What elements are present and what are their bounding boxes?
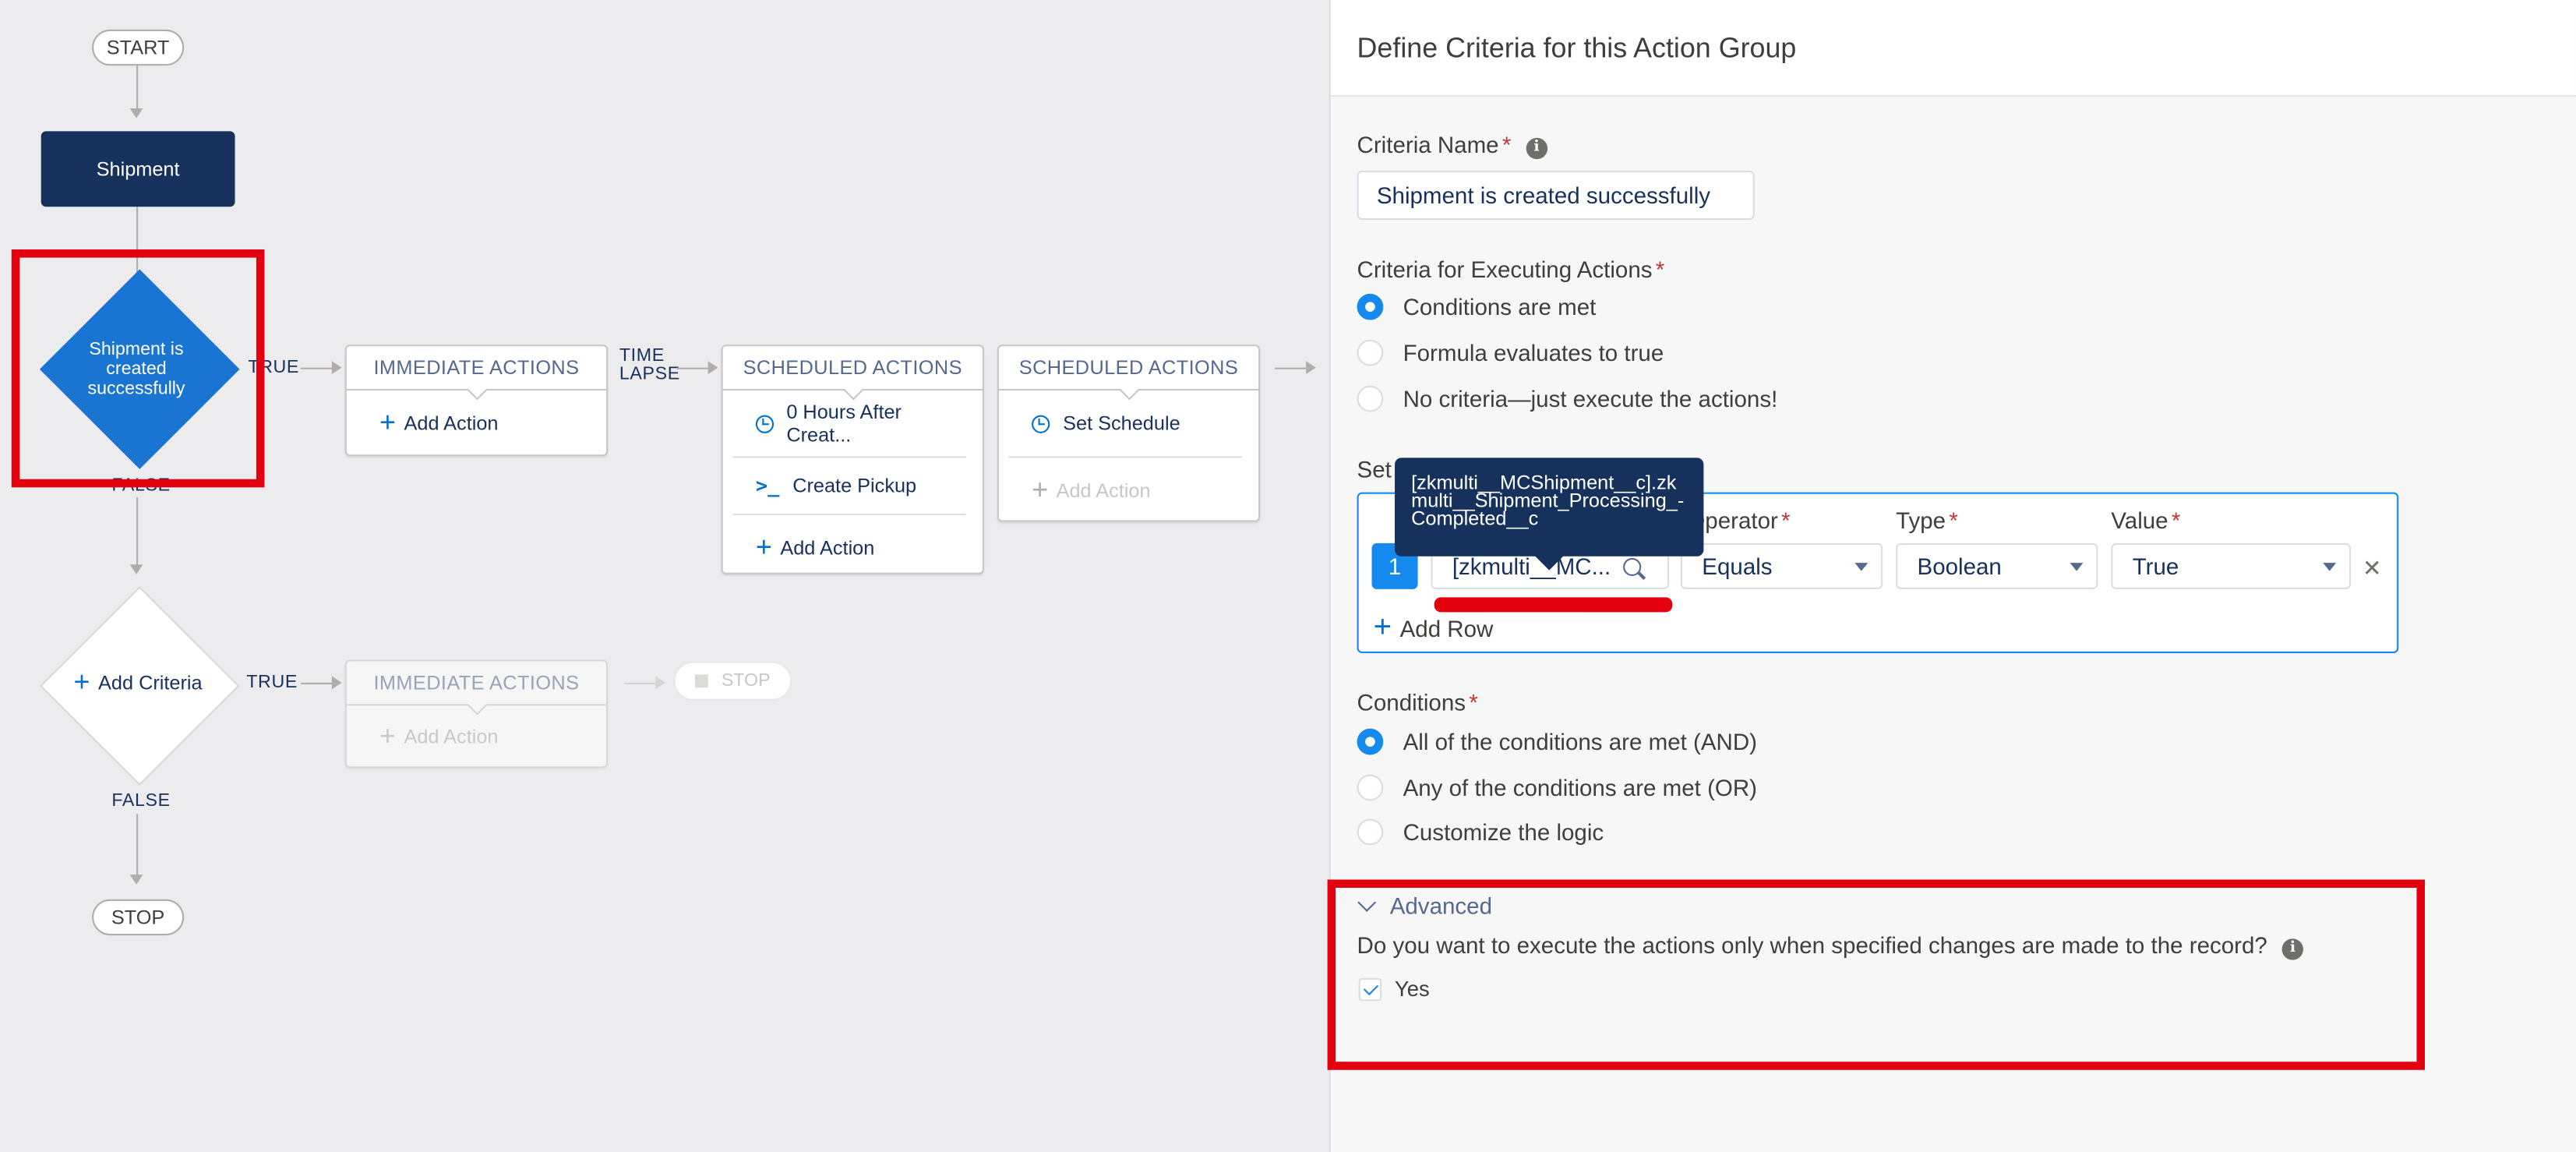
clock-icon bbox=[1032, 414, 1050, 433]
criteria-name-input[interactable]: Shipment is created successfully bbox=[1357, 170, 1755, 221]
radio-button[interactable] bbox=[1357, 774, 1384, 801]
connector-arrow bbox=[1306, 361, 1316, 375]
add-criteria-button[interactable]: + Add Criteria bbox=[72, 666, 204, 698]
highlight-box bbox=[1327, 879, 2425, 1070]
type-label: Type * bbox=[1896, 507, 1958, 534]
add-action-link[interactable]: + Add Action bbox=[732, 515, 965, 581]
scheduled-actions-box[interactable]: SCHEDULED ACTIONS 0 Hours After Creat...… bbox=[721, 345, 984, 574]
radio-conditions-met[interactable]: Conditions are met bbox=[1357, 293, 1596, 320]
radio-button[interactable] bbox=[1357, 339, 1384, 366]
connector-line bbox=[136, 65, 139, 108]
add-action-link[interactable]: + Add Action bbox=[1009, 458, 1242, 523]
operator-select[interactable]: Equals bbox=[1680, 542, 1883, 589]
value-label: Value * bbox=[2111, 507, 2181, 534]
highlight-box bbox=[11, 249, 265, 488]
radio-any-condition[interactable]: Any of the conditions are met (OR) bbox=[1357, 774, 1757, 801]
plus-icon: + bbox=[755, 532, 772, 564]
remove-row-icon[interactable]: ✕ bbox=[2363, 555, 2382, 583]
create-pickup-action[interactable]: >_ Create Pickup bbox=[732, 458, 966, 516]
value-select[interactable]: True bbox=[2111, 542, 2352, 589]
connector-arrow bbox=[331, 676, 342, 690]
radio-button[interactable] bbox=[1357, 293, 1384, 320]
stop-node: STOP bbox=[92, 899, 185, 936]
schedule-row[interactable]: 0 Hours After Creat... bbox=[732, 390, 966, 458]
process-canvas: START Shipment Shipment is created succe… bbox=[0, 0, 1331, 1152]
connector-arrow bbox=[129, 564, 143, 574]
chevron-down-icon bbox=[2070, 563, 2084, 571]
add-action-link[interactable]: + Add Action bbox=[357, 705, 590, 768]
clock-icon bbox=[755, 414, 774, 433]
connector-arrow bbox=[655, 676, 665, 690]
plus-icon: + bbox=[1032, 474, 1049, 506]
plus-icon: + bbox=[379, 407, 396, 439]
plus-icon: + bbox=[1373, 610, 1392, 645]
radio-button[interactable] bbox=[1357, 385, 1384, 412]
executing-criteria-label: Criteria for Executing Actions * bbox=[1357, 256, 1665, 283]
start-node: START bbox=[92, 29, 185, 66]
apex-icon: >_ bbox=[755, 474, 780, 497]
radio-no-criteria[interactable]: No criteria—just execute the actions! bbox=[1357, 385, 1777, 412]
stop-node: STOP bbox=[673, 661, 792, 701]
object-node[interactable]: Shipment bbox=[41, 131, 235, 207]
chevron-down-icon bbox=[2323, 563, 2337, 571]
radio-all-conditions[interactable]: All of the conditions are met (AND) bbox=[1357, 728, 1757, 755]
connector-line bbox=[300, 367, 334, 369]
connector-line bbox=[300, 682, 334, 684]
type-select[interactable]: Boolean bbox=[1896, 542, 2098, 589]
conditions-label: Conditions * bbox=[1357, 689, 1478, 716]
field-tooltip: [zkmulti__MCShipment__c].zk multi__Shipm… bbox=[1395, 458, 1704, 571]
search-icon[interactable] bbox=[1623, 557, 1642, 576]
panel-header: Define Criteria for this Action Group bbox=[1330, 0, 2576, 97]
immediate-actions-header: IMMEDIATE ACTIONS bbox=[346, 346, 606, 401]
scheduled-actions-header: SCHEDULED ACTIONS bbox=[998, 346, 1259, 401]
stop-icon bbox=[695, 674, 708, 688]
radio-custom-logic[interactable]: Customize the logic bbox=[1357, 818, 1604, 846]
connector-line bbox=[676, 367, 710, 369]
add-row-button[interactable]: + Add Row bbox=[1373, 610, 1494, 645]
connector-line bbox=[624, 682, 658, 684]
scheduled-actions-header: SCHEDULED ACTIONS bbox=[722, 346, 983, 401]
true-label: TRUE bbox=[246, 673, 298, 693]
panel-title: Define Criteria for this Action Group bbox=[1357, 33, 1797, 65]
connector-arrow bbox=[331, 361, 342, 375]
connector-arrow bbox=[129, 108, 143, 118]
highlight-underline bbox=[1434, 597, 1673, 613]
radio-formula[interactable]: Formula evaluates to true bbox=[1357, 339, 1664, 366]
immediate-actions-box[interactable]: IMMEDIATE ACTIONS + Add Action bbox=[344, 659, 609, 769]
plus-icon: + bbox=[73, 666, 90, 698]
immediate-actions-header: IMMEDIATE ACTIONS bbox=[346, 661, 606, 716]
set-schedule-link[interactable]: Set Schedule bbox=[1008, 390, 1242, 458]
connector-line bbox=[136, 496, 139, 567]
add-action-link[interactable]: + Add Action bbox=[357, 390, 590, 456]
connector-line bbox=[136, 814, 139, 877]
false-label: FALSE bbox=[111, 790, 171, 811]
criteria-name-label: Criteria Name * i bbox=[1357, 131, 1547, 160]
immediate-actions-box[interactable]: IMMEDIATE ACTIONS + Add Action bbox=[344, 345, 609, 457]
connector-arrow bbox=[708, 361, 718, 375]
radio-button[interactable] bbox=[1357, 728, 1384, 755]
scheduled-actions-box[interactable]: SCHEDULED ACTIONS Set Schedule + Add Act… bbox=[997, 345, 1261, 523]
chevron-down-icon bbox=[1854, 563, 1868, 571]
time-lapse-label: TIME LAPSE bbox=[619, 346, 680, 384]
connector-line bbox=[1275, 367, 1308, 369]
connector-arrow bbox=[129, 875, 143, 885]
info-icon[interactable]: i bbox=[1526, 137, 1547, 160]
set-conditions-label: Set bbox=[1357, 456, 1392, 482]
plus-icon: + bbox=[379, 720, 396, 752]
radio-button[interactable] bbox=[1357, 818, 1384, 846]
